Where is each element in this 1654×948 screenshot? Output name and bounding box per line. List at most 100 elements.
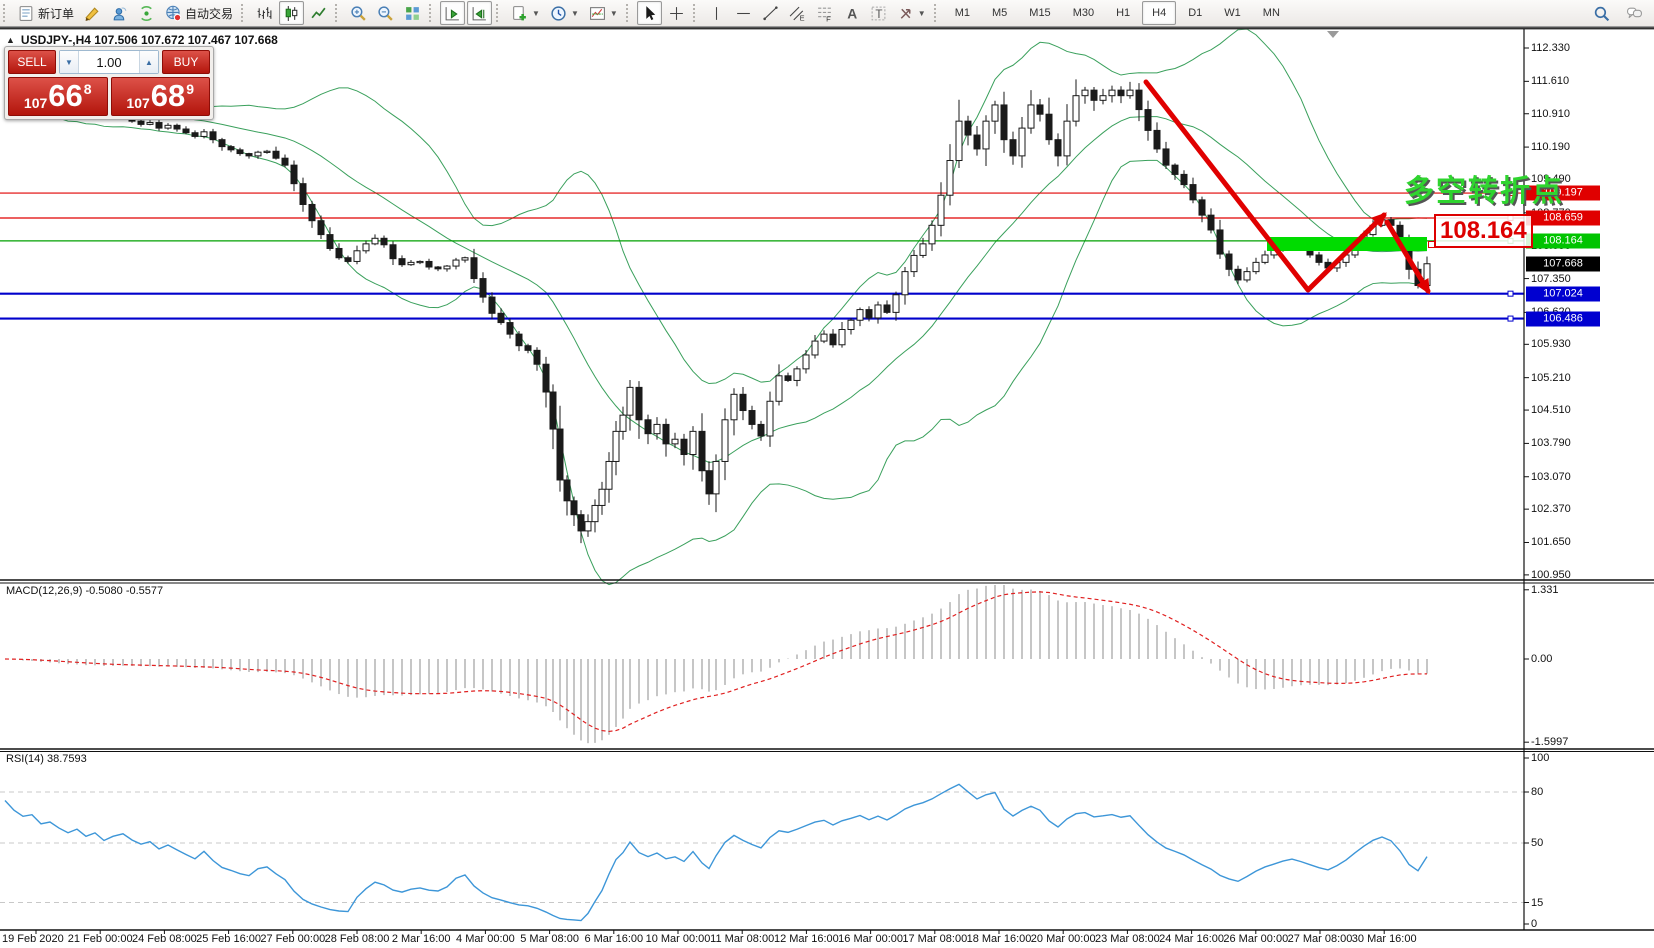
sell-price-prefix: 107	[24, 95, 47, 111]
signals-icon[interactable]	[134, 1, 159, 25]
signal-icon	[138, 5, 155, 22]
pencil-icon	[84, 5, 101, 22]
toolbar-group-handle[interactable]	[335, 4, 342, 22]
tf-h4[interactable]: H4	[1142, 1, 1176, 25]
text-label-button[interactable]: T	[866, 1, 891, 25]
tiles-icon	[404, 5, 421, 22]
tf-d1[interactable]: D1	[1178, 1, 1212, 25]
toolbar-group-handle[interactable]	[626, 4, 633, 22]
tf-m15[interactable]: M15	[1019, 1, 1060, 25]
tf-w1[interactable]: W1	[1214, 1, 1251, 25]
hline-icon	[735, 5, 752, 22]
buy-price-prefix: 107	[126, 95, 149, 111]
tf-h1-label: H1	[1110, 7, 1136, 19]
zoom-in-button[interactable]	[346, 1, 371, 25]
newdoc-icon	[511, 5, 528, 22]
tile-windows-button[interactable]	[400, 1, 425, 25]
tf-w1-label: W1	[1218, 7, 1247, 19]
toolbar-group-handle[interactable]	[3, 4, 10, 22]
cross-icon	[668, 5, 685, 22]
templates-button[interactable]: ▼	[585, 1, 622, 25]
tf-mn-label: MN	[1257, 7, 1286, 19]
fibo-icon: F	[816, 5, 833, 22]
level-line-handle[interactable]	[1508, 191, 1513, 196]
autotrading-button[interactable]: 自动交易	[161, 1, 237, 25]
tf-m1[interactable]: M1	[945, 1, 980, 25]
tf-m1-label: M1	[949, 7, 976, 19]
new-order-button[interactable]: 新订单	[14, 1, 78, 25]
chat-button[interactable]	[1622, 1, 1647, 25]
fibonacci-button[interactable]: F	[812, 1, 837, 25]
level-line-handle[interactable]	[1508, 291, 1513, 296]
horizontal-line-button[interactable]	[731, 1, 756, 25]
toolbar-group-handle[interactable]	[241, 4, 248, 22]
pencil-icon[interactable]	[80, 1, 105, 25]
level-line-handle[interactable]	[1508, 238, 1513, 243]
level-line-handle[interactable]	[1508, 215, 1513, 220]
crosshair-button[interactable]	[664, 1, 689, 25]
person-icon	[111, 5, 128, 22]
channel-icon: E	[789, 5, 806, 22]
text-button[interactable]: A	[839, 1, 864, 25]
toolbar-group-handle[interactable]	[693, 4, 700, 22]
sell-price-button[interactable]: 107 66 8	[8, 77, 108, 116]
sell-price-sup: 8	[84, 81, 92, 97]
buy-price-sup: 9	[186, 81, 194, 97]
zoom-out-button[interactable]	[373, 1, 398, 25]
auto-scroll-button[interactable]	[440, 1, 465, 25]
bars-icon	[256, 5, 273, 22]
linechart-icon	[310, 5, 327, 22]
vline-icon	[708, 5, 725, 22]
svg-text:F: F	[826, 14, 831, 22]
tf-m30[interactable]: M30	[1063, 1, 1104, 25]
chevron-down-icon[interactable]: ▼	[918, 9, 926, 18]
volume-up-icon[interactable]: ▲	[139, 51, 158, 73]
chart-canvas[interactable]	[0, 26, 1654, 948]
arrows-button[interactable]: ▼	[893, 1, 930, 25]
cursor-button[interactable]	[637, 1, 662, 25]
tf-h1[interactable]: H1	[1106, 1, 1140, 25]
vertical-line-button[interactable]	[704, 1, 729, 25]
sell-price-big: 66	[48, 79, 82, 113]
globe-icon	[165, 5, 182, 22]
toolbar-group-handle[interactable]	[496, 4, 503, 22]
one-click-trading-panel: SELL ▼ 1.00 ▲ BUY 107 66 8 107 68 9	[4, 46, 214, 120]
buy-price-big: 68	[151, 79, 185, 113]
buy-button[interactable]: BUY	[162, 50, 210, 74]
volume-input[interactable]: 1.00	[79, 51, 139, 73]
channel-button[interactable]: E	[785, 1, 810, 25]
svg-text:E: E	[799, 13, 804, 22]
sell-button[interactable]: SELL	[8, 50, 56, 74]
search-button[interactable]	[1589, 1, 1614, 25]
candles-icon	[283, 5, 300, 22]
chevron-down-icon[interactable]: ▼	[532, 9, 540, 18]
zoomin-icon	[350, 5, 367, 22]
periods-button[interactable]: ▼	[546, 1, 583, 25]
svg-text:A: A	[847, 5, 857, 21]
new-chart-button[interactable]: ▼	[507, 1, 544, 25]
chart-shift-button[interactable]	[467, 1, 492, 25]
line-chart-button[interactable]	[306, 1, 331, 25]
toolbar-group-handle[interactable]	[934, 4, 941, 22]
frame-icon	[589, 5, 606, 22]
autoscroll-icon	[444, 5, 461, 22]
cursor-icon	[641, 5, 658, 22]
community-icon[interactable]	[107, 1, 132, 25]
tf-h4-label: H4	[1146, 7, 1172, 19]
level-line-handle[interactable]	[1508, 316, 1513, 321]
candlestick-chart-button[interactable]	[279, 1, 304, 25]
textA-icon: A	[843, 5, 860, 22]
tf-mn[interactable]: MN	[1253, 1, 1290, 25]
clock-icon	[550, 5, 567, 22]
bar-chart-button[interactable]	[252, 1, 277, 25]
buy-price-button[interactable]: 107 68 9	[111, 77, 211, 116]
chevron-down-icon[interactable]: ▼	[571, 9, 579, 18]
chevron-down-icon[interactable]: ▼	[610, 9, 618, 18]
toolbar-group-handle[interactable]	[429, 4, 436, 22]
tf-m5[interactable]: M5	[982, 1, 1017, 25]
zoomout-icon	[377, 5, 394, 22]
volume-down-icon[interactable]: ▼	[60, 51, 79, 73]
trendline-button[interactable]	[758, 1, 783, 25]
autotrading-button-label: 自动交易	[185, 5, 233, 22]
arrows-icon	[897, 5, 914, 22]
